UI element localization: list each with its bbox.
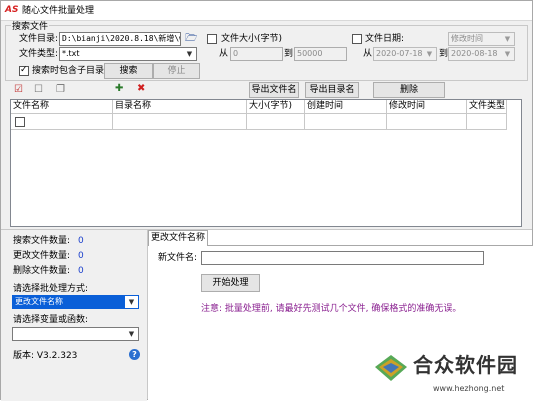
- searched-count-label: 搜索文件数量:: [13, 236, 71, 246]
- watermark-logo-icon: [375, 355, 407, 381]
- date-filter-checkbox[interactable]: [352, 34, 362, 44]
- stop-button[interactable]: 停止: [153, 63, 200, 79]
- date-to-picker[interactable]: 2020-08-18 ▼: [448, 47, 515, 61]
- size-from-label: 从: [219, 49, 229, 59]
- column-header[interactable]: 文件名称: [11, 100, 113, 114]
- size-filter-checkbox[interactable]: [207, 34, 217, 44]
- file-table[interactable]: 文件名称 目录名称 大小(字节) 创建时间 修改时间 文件类型: [10, 99, 522, 227]
- search-button[interactable]: 搜索: [104, 63, 153, 79]
- table-cell[interactable]: [247, 114, 305, 130]
- version-label: 版本: V3.2.323: [13, 351, 78, 361]
- size-filter-label: 文件大小(字节): [221, 34, 283, 44]
- title-bar: AS 随心文件批量处理: [1, 1, 532, 21]
- searched-count: 0: [78, 236, 84, 246]
- chevron-down-icon: ▼: [426, 50, 433, 58]
- changed-count: 0: [78, 251, 84, 261]
- new-name-input[interactable]: [201, 251, 484, 265]
- open-folder-icon[interactable]: 🗁: [185, 33, 197, 45]
- date-to-value: 2020-08-18: [451, 49, 498, 58]
- chevron-down-icon: ▼: [504, 35, 511, 43]
- deleted-count-label: 删除文件数量:: [13, 266, 71, 276]
- app-window: AS 随心文件批量处理 搜索文件 文件目录: D:\bianji\2020.8.…: [0, 0, 533, 401]
- date-to-label: 到: [439, 49, 449, 59]
- size-to-label: 到: [284, 49, 294, 59]
- add-file-icon[interactable]: ✚: [115, 83, 123, 95]
- export-names-button[interactable]: 导出文件名: [249, 82, 299, 98]
- column-header[interactable]: 大小(字节): [247, 100, 305, 114]
- table-cell[interactable]: [387, 114, 467, 130]
- delete-button[interactable]: 删除: [373, 82, 445, 98]
- chevron-down-icon: ▼: [125, 296, 138, 308]
- type-combo[interactable]: *.txt ▼: [59, 47, 197, 61]
- chevron-down-icon: ▼: [128, 330, 135, 338]
- row-checkbox[interactable]: [15, 117, 25, 127]
- table-cell[interactable]: [467, 114, 507, 130]
- include-subdir-label: 搜索时包含子目录: [32, 66, 105, 76]
- help-icon[interactable]: ?: [129, 349, 140, 360]
- window-title: 随心文件批量处理: [22, 6, 95, 16]
- remove-file-icon[interactable]: ✖: [137, 83, 145, 95]
- var-select[interactable]: ▼: [12, 327, 139, 341]
- date-from-picker[interactable]: 2020-07-18 ▼: [373, 47, 437, 61]
- changed-count-label: 更改文件数量:: [13, 251, 71, 261]
- mode-label: 请选择批处理方式:: [13, 284, 89, 294]
- check-all-icon[interactable]: ☑: [14, 84, 23, 96]
- column-header[interactable]: 文件类型: [467, 100, 507, 114]
- uncheck-all-icon[interactable]: ☐: [34, 84, 43, 96]
- date-type-value: 修改时间: [451, 34, 483, 43]
- type-combo-value: *.txt: [62, 49, 80, 58]
- chevron-down-icon: ▼: [186, 50, 193, 58]
- date-filter-label: 文件日期:: [365, 34, 405, 44]
- start-button[interactable]: 开始处理: [201, 274, 260, 292]
- new-name-label: 新文件名:: [158, 253, 198, 263]
- dir-label: 文件目录:: [19, 34, 59, 44]
- date-type-combo[interactable]: 修改时间 ▼: [448, 32, 515, 46]
- search-group-title: 搜索文件: [11, 22, 50, 33]
- tab-rename[interactable]: 更改文件名称: [148, 230, 208, 246]
- table-cell[interactable]: [113, 114, 247, 130]
- deleted-count: 0: [78, 266, 84, 276]
- var-label: 请选择变量或函数:: [13, 315, 89, 325]
- invert-selection-icon[interactable]: ❐: [56, 84, 65, 96]
- watermark-text: 合众软件园: [413, 353, 518, 377]
- notice-text: 注意: 批量处理前, 请最好先测试几个文件, 确保格式的准确无误。: [201, 304, 462, 314]
- column-header[interactable]: 修改时间: [387, 100, 467, 114]
- include-subdir-checkbox[interactable]: ✓: [19, 65, 29, 76]
- table-cell[interactable]: [305, 114, 387, 130]
- export-dirs-button[interactable]: 导出目录名: [305, 82, 359, 98]
- dir-input[interactable]: D:\bianji\2020.8.18\新增\wsfil: [59, 32, 181, 46]
- mode-select-value: 更改文件名称: [15, 297, 63, 306]
- size-from-input[interactable]: 0: [230, 47, 283, 61]
- app-logo-icon: AS: [5, 5, 19, 15]
- size-to-input[interactable]: 50000: [294, 47, 347, 61]
- column-header[interactable]: 创建时间: [305, 100, 387, 114]
- date-from-label: 从: [363, 49, 373, 59]
- mode-select[interactable]: 更改文件名称 ▼: [12, 295, 139, 309]
- type-label: 文件类型:: [19, 49, 59, 59]
- checkmark-icon: ✓: [20, 65, 28, 75]
- watermark-url: www.hezhong.net: [433, 384, 505, 393]
- chevron-down-icon: ▼: [504, 50, 511, 58]
- date-from-value: 2020-07-18: [376, 49, 423, 58]
- column-header[interactable]: 目录名称: [113, 100, 247, 114]
- table-cell[interactable]: [11, 114, 113, 130]
